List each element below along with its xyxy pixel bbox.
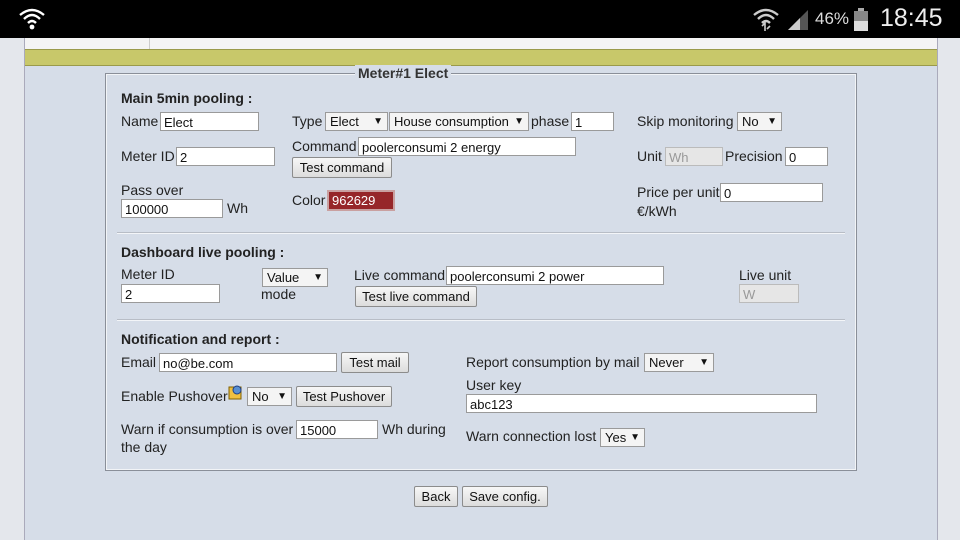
report-label: Report consumption by mail: [466, 354, 640, 370]
type-select[interactable]: Elect ▼: [325, 112, 388, 131]
top-strip: [25, 38, 937, 49]
warn-connection-value: Yes: [605, 430, 627, 445]
price-label: Price per unit: [637, 184, 720, 200]
email-label: Email: [121, 354, 157, 370]
pushover-label: Enable Pushover: [121, 388, 228, 404]
section-divider: [117, 319, 845, 321]
warn-suffix: Wh during: [382, 421, 446, 437]
meter-id-label: Meter ID: [121, 148, 175, 164]
user-key-input[interactable]: abc123: [466, 394, 817, 413]
cell-signal-icon: [786, 8, 810, 33]
chevron-down-icon: ▼: [373, 116, 383, 127]
skip-monitoring-label: Skip monitoring: [637, 113, 734, 129]
live-mode-select[interactable]: Value ▼: [262, 268, 328, 287]
test-live-command-button[interactable]: Test live command: [355, 286, 477, 307]
report-select[interactable]: Never ▼: [644, 353, 714, 372]
unit-label: Unit: [637, 148, 662, 164]
warn-label: Warn if consumption is over: [121, 421, 294, 437]
meter-id-input[interactable]: 2: [176, 147, 275, 166]
phase-input[interactable]: 1: [571, 112, 614, 131]
live-unit-input[interactable]: W: [739, 284, 799, 303]
phase-label: phase: [531, 113, 570, 129]
type-label: Type: [292, 113, 323, 129]
chevron-down-icon: ▼: [277, 391, 287, 402]
price-unit: €/kWh: [637, 203, 677, 219]
price-input[interactable]: 0: [720, 183, 823, 202]
page: Meter#1 Elect Main 5min pooling : Name E…: [24, 38, 938, 540]
fieldset-legend: Meter#1 Elect: [355, 65, 452, 81]
subtype-select-value: House consumption: [394, 114, 509, 129]
live-mode-label: mode: [261, 286, 297, 302]
live-command-input[interactable]: poolerconsumi 2 power: [446, 266, 664, 285]
pushover-select-value: No: [252, 389, 269, 404]
color-label: Color: [292, 192, 326, 208]
pass-over-label: Pass over: [121, 182, 184, 198]
pass-over-unit: Wh: [227, 200, 248, 216]
name-label: Name: [121, 113, 159, 129]
live-meter-id-label: Meter ID: [121, 266, 175, 282]
color-input[interactable]: 962629: [327, 190, 395, 211]
clock: 18:45: [880, 4, 943, 32]
user-key-label: User key: [466, 377, 522, 393]
warn-connection-label: Warn connection lost: [466, 428, 597, 444]
chevron-down-icon: ▼: [313, 272, 323, 283]
skip-monitoring-value: No: [742, 114, 759, 129]
type-select-value: Elect: [330, 114, 359, 129]
precision-label: Precision: [725, 148, 783, 164]
warn-suffix-2: the day: [121, 439, 167, 455]
battery-percent: 46%: [815, 9, 850, 28]
name-input[interactable]: Elect: [160, 112, 259, 131]
pass-over-input[interactable]: 100000: [121, 199, 223, 218]
back-button[interactable]: Back: [414, 486, 458, 507]
email-input[interactable]: no@be.com: [159, 353, 337, 372]
subtype-select[interactable]: House consumption ▼: [389, 112, 529, 131]
command-label: Command: [292, 138, 357, 154]
chevron-down-icon: ▼: [630, 432, 640, 443]
status-bar: 46% 18:45: [0, 0, 960, 38]
notification-heading: Notification and report :: [121, 331, 280, 347]
save-config-button[interactable]: Save config.: [462, 486, 548, 507]
report-select-value: Never: [649, 355, 684, 370]
precision-input[interactable]: 0: [785, 147, 828, 166]
chevron-down-icon: ▼: [514, 116, 524, 127]
pushover-select[interactable]: No ▼: [247, 387, 292, 406]
warn-connection-select[interactable]: Yes ▼: [600, 428, 645, 447]
section-divider: [117, 232, 845, 234]
chevron-down-icon: ▼: [699, 357, 709, 368]
battery-icon: [853, 8, 869, 35]
skip-monitoring-select[interactable]: No ▼: [737, 112, 782, 131]
test-pushover-button[interactable]: Test Pushover: [296, 386, 392, 407]
live-pooling-heading: Dashboard live pooling :: [121, 244, 285, 260]
test-command-button[interactable]: Test command: [292, 157, 392, 178]
command-input[interactable]: poolerconsumi 2 energy: [358, 137, 576, 156]
chevron-down-icon: ▼: [767, 116, 777, 127]
live-meter-id-input[interactable]: 2: [121, 284, 220, 303]
pushover-logo-icon: [228, 384, 244, 403]
live-unit-label: Live unit: [739, 267, 792, 283]
test-mail-button[interactable]: Test mail: [341, 352, 409, 373]
header-bar: [25, 49, 937, 66]
live-mode-value: Value: [267, 270, 300, 285]
live-command-label: Live command: [354, 267, 446, 283]
main-pooling-heading: Main 5min pooling :: [121, 90, 253, 106]
warn-input[interactable]: 15000: [296, 420, 378, 439]
unit-input[interactable]: Wh: [665, 147, 723, 166]
wifi-icon: [18, 7, 46, 34]
wifi-signal-icon: [752, 6, 780, 35]
